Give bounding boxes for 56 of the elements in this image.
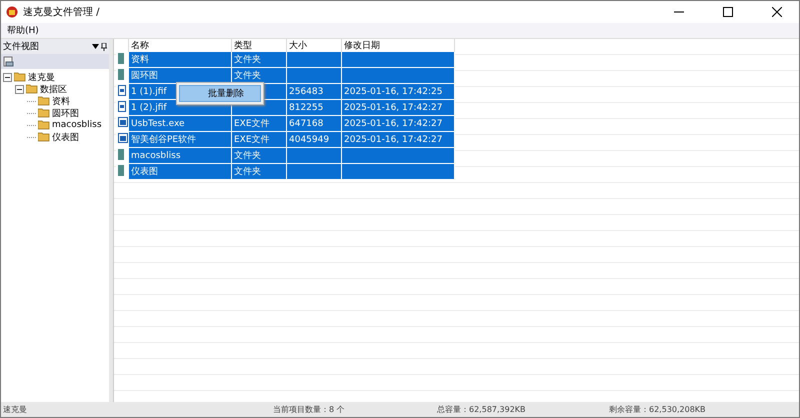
tree-item[interactable]: 仪表图 <box>52 130 79 144</box>
table-cell: UsbTest.exe <box>131 118 185 128</box>
maximize-icon[interactable] <box>723 7 733 17</box>
table-cell: 文件夹 <box>234 151 261 161</box>
tree-item[interactable]: 资料 <box>52 94 70 108</box>
column-header[interactable]: 大小 <box>289 41 307 51</box>
menu-item[interactable]: 帮助(H) <box>7 24 39 37</box>
tree-item[interactable]: 数据区 <box>40 82 67 96</box>
table-cell: 文件夹 <box>234 167 261 177</box>
menu-item[interactable]: 批量删除 <box>179 85 261 102</box>
table-cell: 文件夹 <box>234 71 261 81</box>
file-icon <box>118 100 126 112</box>
collapse-icon[interactable] <box>3 72 12 82</box>
table-cell: EXE文件 <box>234 135 270 145</box>
table-cell: 仪表图 <box>131 167 158 177</box>
table-cell: 256483 <box>289 86 324 96</box>
table-cell: 文件夹 <box>234 55 261 65</box>
item-count: 当前项目数量：8 个 <box>273 404 346 415</box>
table-cell: 2025-01-16, 17:42:27 <box>344 118 442 128</box>
column-header[interactable]: 名称 <box>131 41 149 51</box>
tree-item[interactable]: 圆环图 <box>52 106 79 120</box>
total-capacity: 总容量：62,587,392KB <box>437 404 527 415</box>
file-icon <box>118 84 126 96</box>
table-cell: 资料 <box>131 55 149 65</box>
table-cell: 智美创谷PE软件 <box>131 135 196 145</box>
table-cell: 圆环图 <box>131 71 158 81</box>
panel-title: 文件视图 <box>3 40 39 53</box>
table-cell: 2025-01-16, 17:42:27 <box>344 134 442 144</box>
table-cell: 1 (2).jfif <box>131 102 167 112</box>
table-cell: 1 (1).jfif <box>131 86 167 96</box>
file-row[interactable]: 圆环图 文件夹 <box>116 68 454 84</box>
table-cell: 812255 <box>289 102 324 112</box>
table-cell: 2025-01-16, 17:42:27 <box>344 102 442 112</box>
window-title: 速克曼文件管理 / <box>23 6 100 19</box>
file-row[interactable]: 资料 文件夹 <box>116 52 454 68</box>
table-cell: 2025-01-16, 17:42:25 <box>344 86 442 96</box>
pin-icon[interactable] <box>101 42 107 50</box>
column-header[interactable]: 修改日期 <box>344 41 380 51</box>
column-header[interactable]: 类型 <box>234 41 252 51</box>
status-text: 速克曼 <box>2 404 28 415</box>
drive-icon[interactable] <box>3 56 14 67</box>
free-capacity: 剩余容量：62,530,208KB <box>609 404 706 415</box>
file-row[interactable]: macosbliss 文件夹 <box>116 148 454 164</box>
tree-item[interactable]: 速克曼 <box>28 70 55 84</box>
table-cell: EXE文件 <box>234 119 270 129</box>
tree-item[interactable]: macosbliss <box>52 120 102 130</box>
close-icon[interactable] <box>772 7 782 17</box>
table-cell: macosbliss <box>131 150 181 160</box>
file-row[interactable]: 仪表图 文件夹 <box>116 164 454 180</box>
collapse-icon[interactable] <box>15 84 24 94</box>
app-logo-icon <box>6 6 18 18</box>
file-row[interactable]: UsbTest.exe EXE文件 647168 2025-01-16, 17:42:27 <box>116 116 454 132</box>
file-row[interactable]: 智美创谷PE软件 EXE文件 4045949 2025-01-16, 17:42:27 <box>116 132 454 148</box>
table-cell: 647168 <box>289 118 324 128</box>
dropdown-icon[interactable] <box>92 44 99 49</box>
table-cell: 4045949 <box>289 134 330 144</box>
